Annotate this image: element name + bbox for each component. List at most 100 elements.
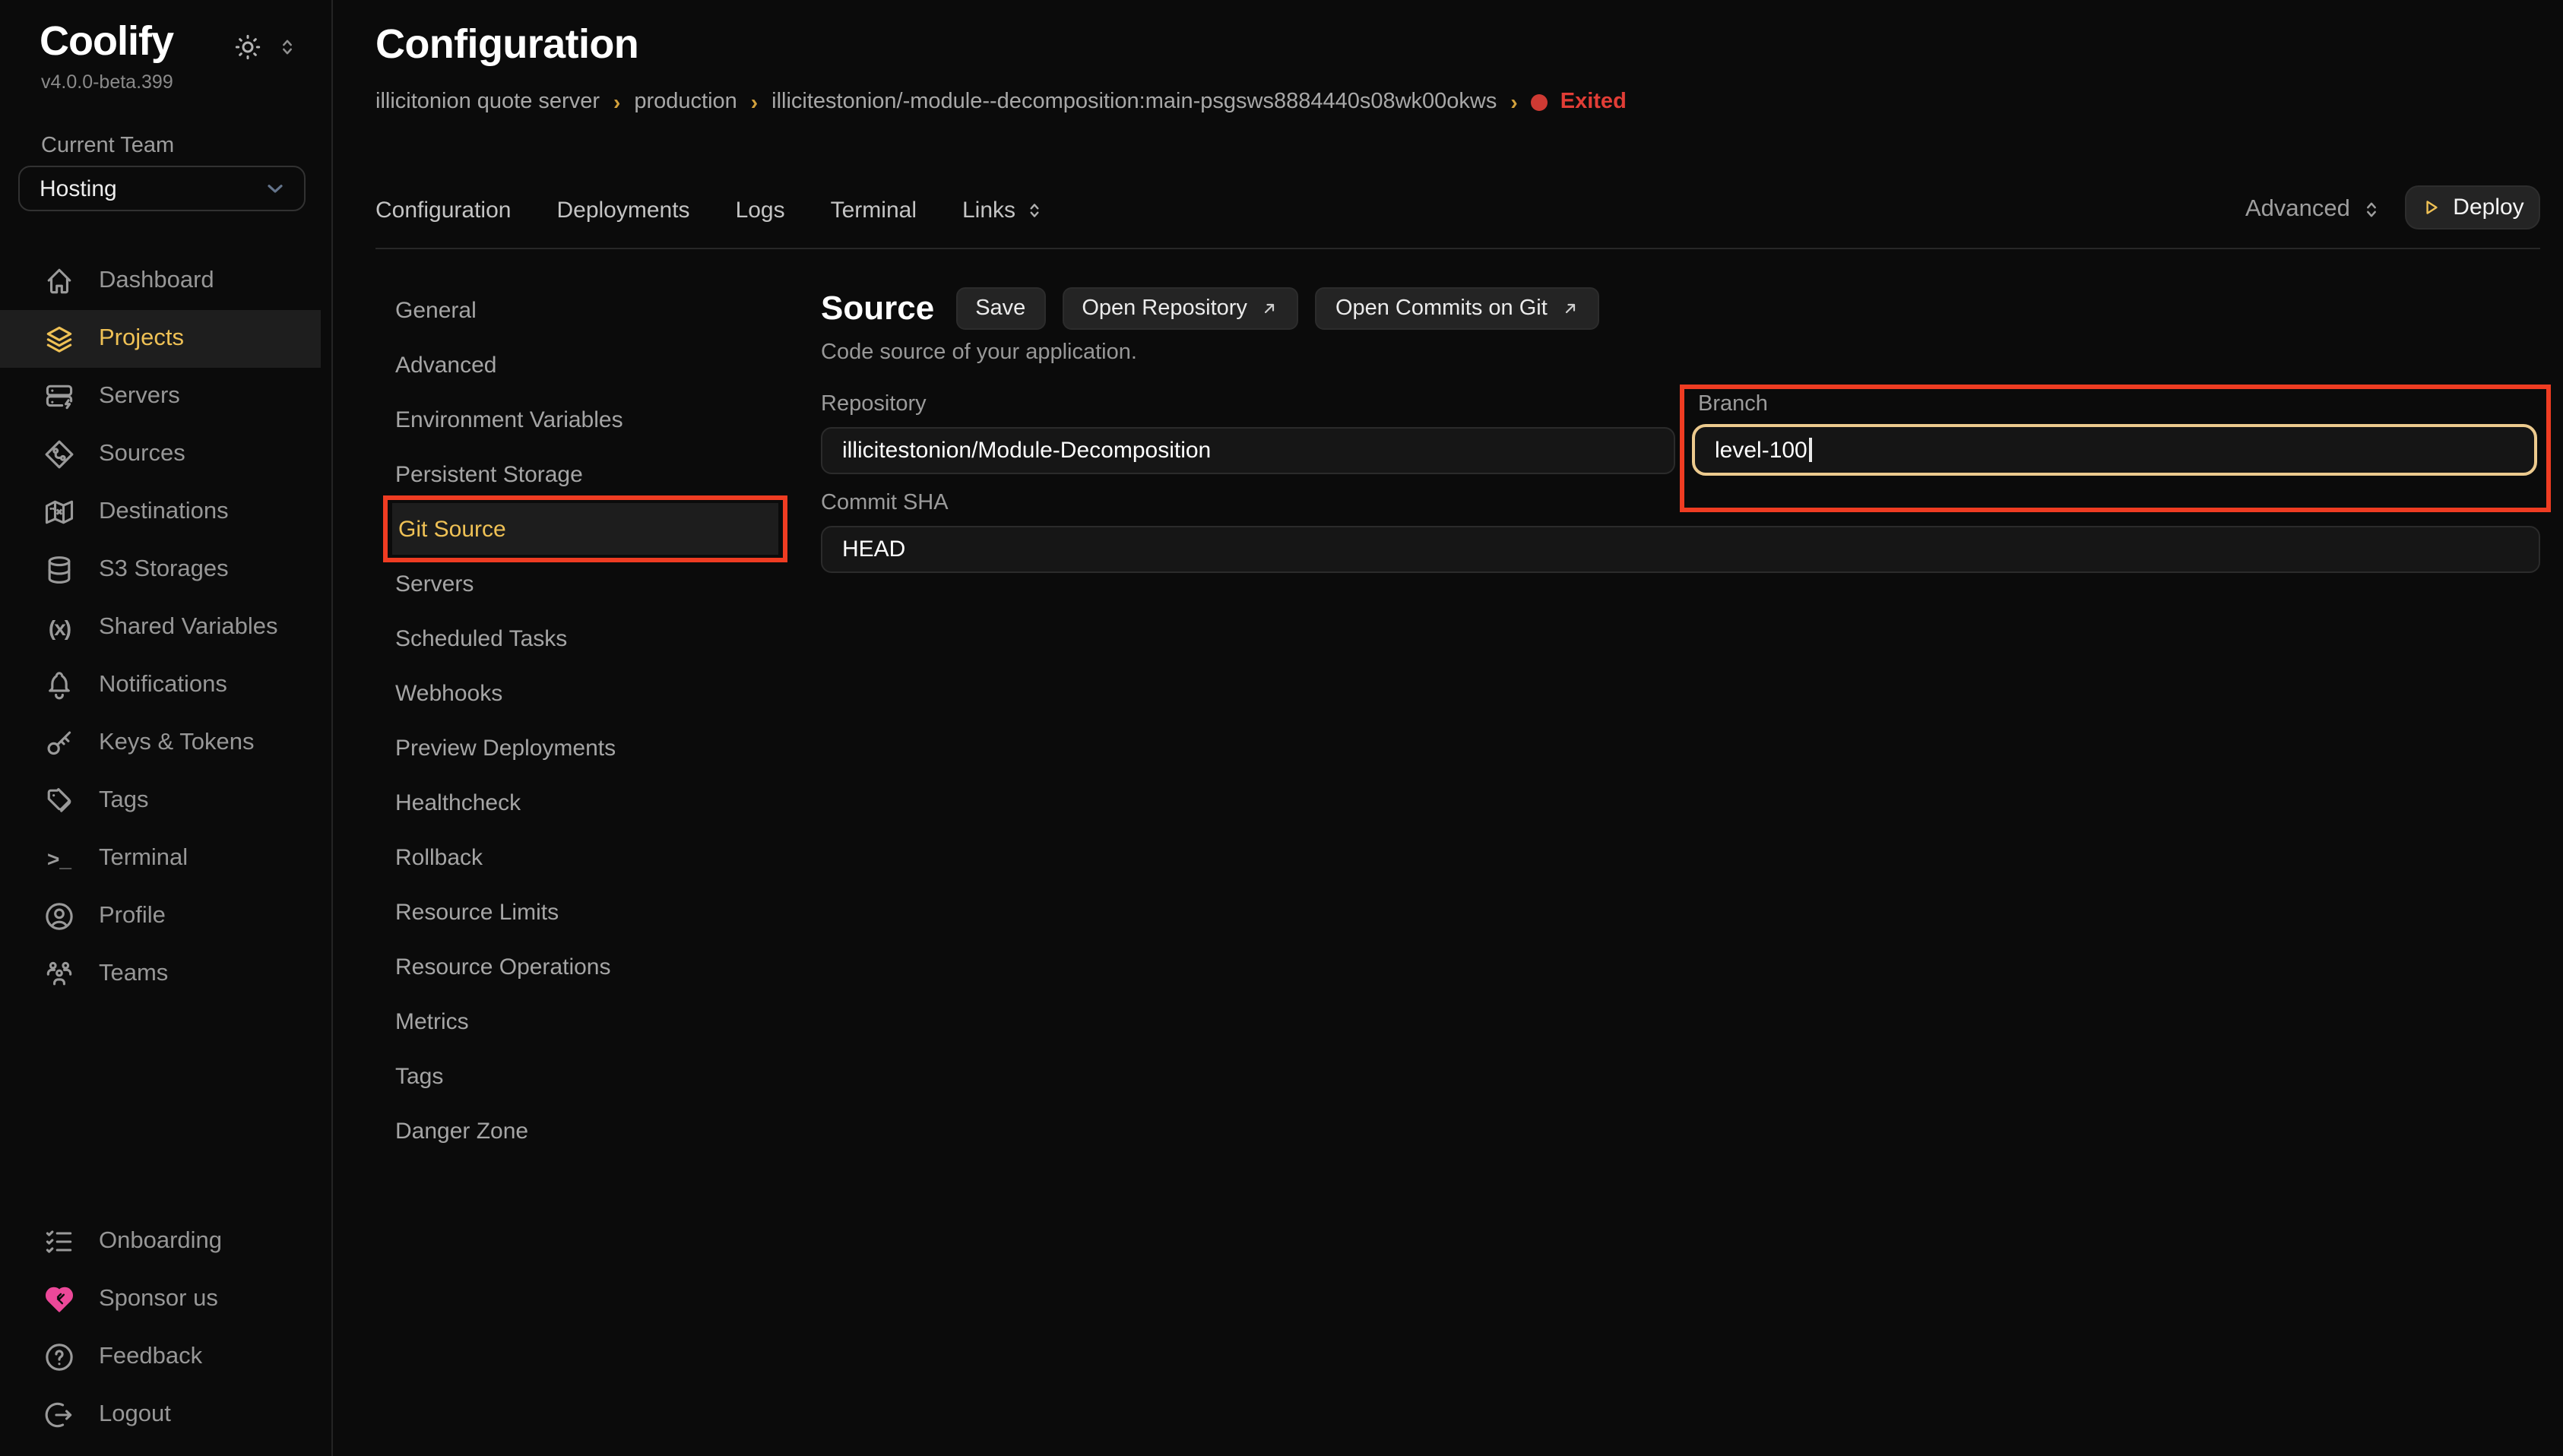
status-label: Exited xyxy=(1560,90,1627,114)
commit-sha-label: Commit SHA xyxy=(821,491,949,515)
app-version: v4.0.0-beta.399 xyxy=(41,71,173,93)
sidebar-item-label: Feedback xyxy=(99,1344,202,1371)
git-source-icon xyxy=(43,438,76,471)
breadcrumb-project[interactable]: illicitonion quote server xyxy=(375,90,600,114)
sidebar-item-logout[interactable]: Logout xyxy=(0,1386,333,1444)
map-icon xyxy=(43,495,76,529)
sun-icon[interactable] xyxy=(233,32,263,62)
sidebar-item-label: Notifications xyxy=(99,672,227,699)
advanced-dropdown[interactable]: Advanced xyxy=(2245,191,2382,228)
repository-input[interactable] xyxy=(821,427,1675,474)
team-select[interactable]: Hosting xyxy=(18,166,306,211)
tab-links[interactable]: Links xyxy=(962,197,1044,223)
tab-terminal[interactable]: Terminal xyxy=(831,197,917,223)
sidebar-item-dashboard[interactable]: Dashboard xyxy=(0,252,333,310)
submenu-metrics[interactable]: Metrics xyxy=(375,994,786,1049)
external-link-icon xyxy=(1261,299,1279,318)
open-commits-button[interactable]: Open Commits on Git xyxy=(1316,287,1599,330)
coolify-logo[interactable]: Coolify xyxy=(40,18,173,65)
user-circle-icon xyxy=(43,900,76,933)
sidebar-item-servers[interactable]: Servers xyxy=(0,368,333,426)
tab-logs[interactable]: Logs xyxy=(736,197,785,223)
sidebar-item-destinations[interactable]: Destinations xyxy=(0,483,333,541)
sidebar-item-label: Dashboard xyxy=(99,267,214,295)
sidebar-item-keys-tokens[interactable]: Keys & Tokens xyxy=(0,714,333,772)
branch-input[interactable]: level-100 xyxy=(1692,424,2537,476)
source-header-row: Source Save Open Repository Open Commits… xyxy=(821,286,1599,331)
page-title: Configuration xyxy=(375,21,638,68)
selector-icon xyxy=(1025,200,1044,220)
status-badge: Exited xyxy=(1532,90,1627,114)
submenu-general[interactable]: General xyxy=(375,283,786,337)
sidebar-item-shared-variables[interactable]: (x) Shared Variables xyxy=(0,599,333,657)
sidebar: Coolify v4.0.0-beta.399 Current Team Hos… xyxy=(0,0,333,1456)
sidebar-item-teams[interactable]: Teams xyxy=(0,945,333,1003)
submenu-servers[interactable]: Servers xyxy=(375,556,786,611)
source-heading: Source xyxy=(821,289,934,328)
sidebar-item-label: Sources xyxy=(99,441,185,468)
submenu-danger-zone[interactable]: Danger Zone xyxy=(375,1103,786,1158)
sidebar-item-onboarding[interactable]: Onboarding xyxy=(0,1213,333,1271)
key-icon xyxy=(43,726,76,760)
submenu-rollback[interactable]: Rollback xyxy=(375,830,786,885)
sidebar-nav: Dashboard Projects Serve xyxy=(0,252,333,1003)
breadcrumb-separator: › xyxy=(1510,90,1517,114)
coolify-app: Coolify v4.0.0-beta.399 Current Team Hos… xyxy=(0,0,2563,1456)
parentheses-x-icon: (x) xyxy=(43,616,76,640)
submenu-preview-deployments[interactable]: Preview Deployments xyxy=(375,720,786,775)
sidebar-item-terminal[interactable]: >_ Terminal xyxy=(0,830,333,888)
sidebar-item-label: Destinations xyxy=(99,499,229,526)
tags-icon xyxy=(43,784,76,818)
deploy-button[interactable]: Deploy xyxy=(2405,185,2540,229)
sidebar-item-label: Logout xyxy=(99,1401,171,1429)
sidebar-item-projects[interactable]: Projects xyxy=(0,310,321,368)
tab-bar: Configuration Deployments Logs Terminal … xyxy=(375,191,1044,228)
configuration-submenu: General Advanced Environment Variables P… xyxy=(375,283,786,1158)
repository-label: Repository xyxy=(821,392,927,416)
save-button[interactable]: Save xyxy=(955,287,1045,330)
tab-configuration[interactable]: Configuration xyxy=(375,197,511,223)
sidebar-item-label: Projects xyxy=(99,325,184,353)
sidebar-item-tags[interactable]: Tags xyxy=(0,772,333,830)
submenu-persistent-storage[interactable]: Persistent Storage xyxy=(375,447,786,502)
sidebar-item-label: Teams xyxy=(99,961,168,988)
submenu-advanced[interactable]: Advanced xyxy=(375,337,786,392)
chevron-down-icon xyxy=(263,176,287,201)
status-dot-icon xyxy=(1532,93,1548,110)
submenu-resource-limits[interactable]: Resource Limits xyxy=(375,885,786,939)
breadcrumb-separator: › xyxy=(751,90,758,114)
users-icon xyxy=(43,957,76,991)
submenu-environment-variables[interactable]: Environment Variables xyxy=(375,392,786,447)
text-cursor xyxy=(1809,438,1812,462)
breadcrumb-application[interactable]: illicitestonion/-module--decomposition:m… xyxy=(771,90,1497,114)
commit-sha-input[interactable] xyxy=(821,526,2540,573)
sidebar-item-feedback[interactable]: Feedback xyxy=(0,1328,333,1386)
sidebar-item-label: Shared Variables xyxy=(99,614,278,641)
breadcrumb-environment[interactable]: production xyxy=(634,90,737,114)
submenu-git-source[interactable]: Git Source xyxy=(392,503,778,555)
tab-deployments[interactable]: Deployments xyxy=(556,197,689,223)
sidebar-item-sponsor[interactable]: Sponsor us xyxy=(0,1271,333,1328)
database-icon xyxy=(43,553,76,587)
selector-icon xyxy=(2361,199,2382,220)
home-icon xyxy=(43,264,76,298)
sidebar-item-profile[interactable]: Profile xyxy=(0,888,333,945)
sidebar-item-label: Sponsor us xyxy=(99,1286,218,1313)
external-link-icon xyxy=(1561,299,1579,318)
submenu-tags[interactable]: Tags xyxy=(375,1049,786,1103)
submenu-resource-operations[interactable]: Resource Operations xyxy=(375,939,786,994)
sidebar-item-s3-storages[interactable]: S3 Storages xyxy=(0,541,333,599)
theme-selector-icon[interactable] xyxy=(277,36,298,58)
submenu-scheduled-tasks[interactable]: Scheduled Tasks xyxy=(375,611,786,666)
logout-icon xyxy=(43,1398,76,1432)
heart-handshake-icon xyxy=(43,1283,76,1316)
sidebar-item-label: Onboarding xyxy=(99,1228,222,1255)
sidebar-item-notifications[interactable]: Notifications xyxy=(0,657,333,714)
bell-icon xyxy=(43,669,76,702)
sidebar-item-label: Profile xyxy=(99,903,166,930)
submenu-webhooks[interactable]: Webhooks xyxy=(375,666,786,720)
open-repository-button[interactable]: Open Repository xyxy=(1062,287,1299,330)
submenu-healthcheck[interactable]: Healthcheck xyxy=(375,775,786,830)
server-icon xyxy=(43,380,76,413)
sidebar-item-sources[interactable]: Sources xyxy=(0,426,333,483)
